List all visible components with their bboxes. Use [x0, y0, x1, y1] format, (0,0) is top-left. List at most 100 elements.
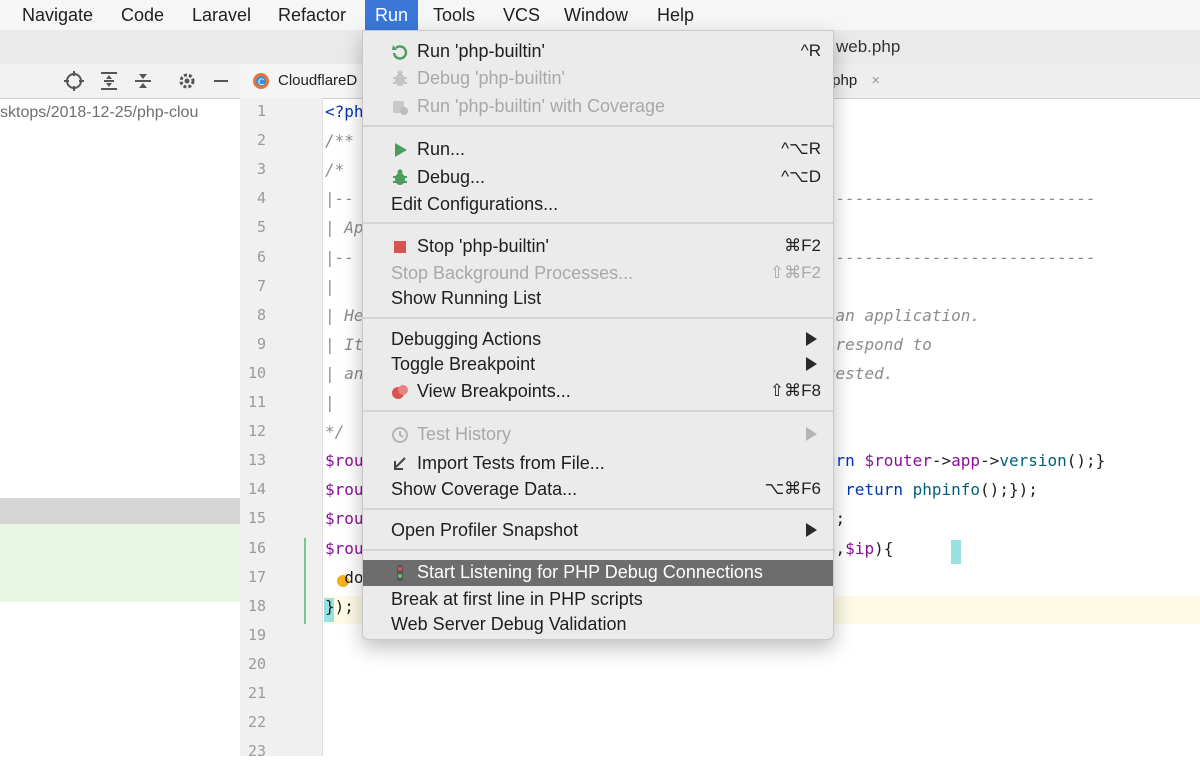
line-number[interactable]: 19 — [240, 626, 266, 644]
menu-item-shortcut: ⇧⌘F8 — [769, 381, 821, 400]
line-number[interactable]: 23 — [240, 742, 266, 760]
menu-tools[interactable]: Tools — [433, 0, 475, 30]
line-number[interactable]: 21 — [240, 684, 266, 702]
menu-item-stop-background-processes: Stop Background Processes... ⇧⌘F2 — [363, 261, 833, 287]
line-number[interactable]: 5 — [240, 218, 266, 236]
menu-refactor[interactable]: Refactor — [278, 0, 346, 30]
collapse-all-icon[interactable] — [132, 70, 154, 92]
debug-icon — [393, 70, 407, 86]
menu-item-run[interactable]: Run... ^⌥R — [363, 137, 833, 163]
project-path[interactable]: sktops/2018-12-25/php-clou — [0, 104, 240, 122]
menu-separator — [363, 125, 833, 127]
debug-icon — [393, 169, 407, 185]
menu-laravel[interactable]: Laravel — [192, 0, 251, 30]
menu-item-open-profiler-snapshot[interactable]: Open Profiler Snapshot — [363, 518, 833, 544]
line-number[interactable]: 4 — [240, 189, 266, 207]
code-line[interactable]: do — [325, 568, 363, 587]
menu-item-debugging-actions[interactable]: Debugging Actions — [363, 327, 833, 353]
menu-item-label: Toggle Breakpoint — [391, 354, 536, 374]
menu-code[interactable]: Code — [121, 0, 164, 30]
menu-item-stop-php-builtin[interactable]: Stop 'php-builtin' ⌘F2 — [363, 234, 833, 260]
expand-all-icon[interactable] — [98, 70, 120, 92]
minimize-icon[interactable] — [210, 70, 232, 92]
code-line[interactable]: */ — [325, 422, 344, 441]
line-number[interactable]: 13 — [240, 451, 266, 469]
line-number[interactable]: 10 — [240, 364, 266, 382]
code-token: phpinfo — [912, 480, 981, 500]
menu-item-debug[interactable]: Debug... ^⌥D — [363, 165, 833, 191]
locate-icon[interactable] — [63, 70, 85, 92]
menu-run[interactable]: Run — [365, 0, 419, 30]
line-number[interactable]: 15 — [240, 509, 266, 527]
menu-item-show-running-list[interactable]: Show Running List — [363, 286, 833, 312]
menu-help[interactable]: Help — [657, 0, 694, 30]
vcs-change-marker — [304, 538, 306, 624]
menu-item-debug-php-builtin: Debug 'php-builtin' — [363, 66, 833, 92]
project-selected-row[interactable] — [0, 498, 240, 524]
history-icon — [392, 427, 408, 443]
menu-item-label: Run 'php-builtin' with Coverage — [417, 96, 666, 116]
window-title: web.php — [836, 37, 901, 56]
line-number[interactable]: 17 — [240, 568, 266, 586]
menu-item-edit-configurations[interactable]: Edit Configurations... — [363, 192, 833, 218]
project-changed-rows — [0, 524, 240, 602]
menu-separator — [363, 222, 833, 224]
line-number[interactable]: 9 — [240, 335, 266, 353]
line-number[interactable]: 22 — [240, 713, 266, 731]
code-token: |-- — [325, 247, 354, 267]
editor-tab-web-php[interactable]: .php × — [828, 64, 880, 98]
menu-item-web-server-debug-validation[interactable]: Web Server Debug Validation — [363, 612, 833, 638]
code-token: -> — [980, 451, 1000, 471]
menu-item-shortcut: ^⌥R — [781, 139, 821, 158]
menu-item-label: Stop Background Processes... — [391, 263, 634, 283]
code-token: */ — [325, 422, 345, 442]
menu-navigate[interactable]: Navigate — [22, 0, 93, 30]
code-line[interactable]: | — [325, 393, 335, 412]
line-number[interactable]: 1 — [240, 102, 266, 120]
editor-tab-cloudflare[interactable]: C CloudflareD — [240, 64, 366, 98]
code-token: <?ph — [325, 102, 364, 121]
line-number[interactable]: 12 — [240, 422, 266, 440]
menu-item-label: Import Tests from File... — [417, 453, 605, 473]
gear-icon[interactable] — [176, 70, 198, 92]
code-token: | — [325, 276, 335, 296]
line-number[interactable]: 18 — [240, 597, 266, 615]
menu-item-run-php-builtin[interactable]: Run 'php-builtin' ^R — [363, 39, 833, 65]
line-number[interactable]: 6 — [240, 248, 266, 266]
submenu-arrow-icon — [806, 357, 817, 371]
run-icon — [395, 143, 407, 157]
code-line[interactable]: <?ph — [325, 102, 364, 121]
code-token: $rou — [325, 509, 364, 529]
code-line[interactable]: }); — [325, 597, 354, 616]
menu-item-toggle-breakpoint[interactable]: Toggle Breakpoint — [363, 352, 833, 378]
menu-item-import-tests-from-file[interactable]: Import Tests from File... — [363, 451, 833, 477]
line-number[interactable]: 14 — [240, 480, 266, 498]
menu-item-show-coverage-data[interactable]: Show Coverage Data... ⌥⌘F6 — [363, 477, 833, 503]
menu-item-start-listening-for-php-debug-connections[interactable]: Start Listening for PHP Debug Connection… — [363, 560, 833, 586]
menu-item-label: Test History — [417, 424, 512, 444]
line-number[interactable]: 2 — [240, 131, 266, 149]
close-icon[interactable]: × — [871, 72, 880, 89]
menu-item-view-breakpoints[interactable]: View Breakpoints... ⇧⌘F8 — [363, 379, 833, 405]
code-token: app — [951, 451, 981, 471]
code-token: ){ — [874, 538, 894, 558]
code-token: $router — [864, 451, 932, 471]
line-number[interactable]: 3 — [240, 160, 266, 178]
menu-vcs[interactable]: VCS — [503, 0, 540, 30]
code-line[interactable]: | Ap — [325, 218, 364, 237]
submenu-arrow-icon — [806, 523, 817, 537]
code-token: | It — [325, 334, 364, 354]
menu-window[interactable]: Window — [564, 0, 628, 30]
line-number[interactable]: 16 — [240, 539, 266, 557]
line-number[interactable]: 20 — [240, 655, 266, 673]
submenu-arrow-icon — [806, 332, 817, 346]
line-number[interactable]: 11 — [240, 393, 266, 411]
code-token: -> — [931, 451, 952, 471]
menu-item-break-at-first-line-in-php-scripts[interactable]: Break at first line in PHP scripts — [363, 587, 833, 613]
code-line[interactable]: | — [325, 277, 335, 296]
code-line[interactable]: /* — [325, 160, 344, 179]
svg-text:C: C — [258, 78, 264, 88]
menu-item-label: Open Profiler Snapshot — [391, 520, 579, 540]
line-number[interactable]: 7 — [240, 277, 266, 295]
line-number[interactable]: 8 — [240, 306, 266, 324]
